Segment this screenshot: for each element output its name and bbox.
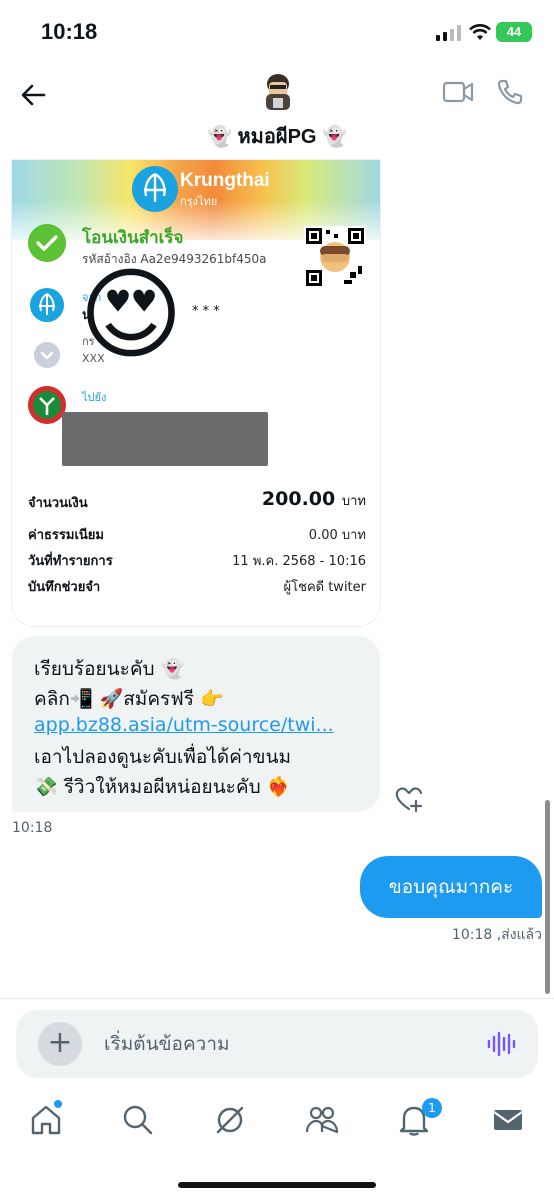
bottom-tab-bar: 1 [0, 1098, 554, 1158]
video-call-icon[interactable] [442, 78, 474, 106]
message-timestamp: 10:18 [12, 820, 53, 836]
search-icon[interactable] [120, 1102, 156, 1138]
conversation-header: 👻 หมอผีPG 👻 [0, 66, 554, 160]
status-time: 10:18 [41, 19, 98, 44]
bank-logo-icon [132, 166, 178, 212]
voice-message-icon[interactable] [486, 1030, 516, 1058]
messages-icon[interactable] [490, 1102, 526, 1138]
sender-name-masked: * * * [192, 304, 220, 319]
chevron-down-icon [34, 342, 60, 368]
conversation-name[interactable]: 👻 หมอผีPG 👻 [0, 120, 554, 152]
back-arrow-icon[interactable] [18, 80, 48, 110]
add-reaction-icon[interactable] [394, 784, 424, 814]
message-line: คลิก📲 🚀สมัครฟรี 👉 [34, 688, 224, 710]
recipient-label: ไปยัง [82, 391, 107, 404]
heart-eyes-emoji: 😍 [78, 256, 184, 373]
scrollbar[interactable] [545, 800, 550, 994]
redaction-box [62, 412, 268, 466]
wifi-icon [469, 24, 491, 40]
amount-label: จำนวนเงิน [28, 496, 88, 511]
notifications-badge: 1 [422, 1098, 442, 1118]
date-label: วันที่ทำรายการ [28, 554, 113, 569]
message-line: เอาไปลองดูนะคับเพื่อได้ค่าขนม [34, 746, 292, 768]
receipt-image[interactable]: Krungthai กรุงไทย โอนเงินสำเร็จ รหัสอ้าง… [12, 160, 380, 626]
memo-label: บันทึกช่วยจำ [28, 580, 101, 595]
fee-value: 0.00 บาท [308, 528, 366, 543]
transfer-success-title: โอนเงินสำเร็จ [82, 228, 184, 248]
communities-icon[interactable] [304, 1102, 340, 1138]
sent-message-bubble[interactable]: ขอบคุณมากคะ [360, 856, 542, 918]
home-indicator [178, 1182, 376, 1188]
success-check-icon [28, 224, 66, 262]
message-link[interactable]: app.bz88.asia/utm-source/twi... [34, 714, 334, 736]
avatar[interactable] [260, 72, 296, 112]
phone-call-icon[interactable] [496, 78, 524, 106]
sender-bank-icon [30, 288, 64, 322]
date-value: 11 พ.ค. 2568 - 10:16 [232, 554, 366, 569]
incoming-message-bubble[interactable]: เรียบร้อยนะคับ 👻 คลิก📲 🚀สมัครฟรี 👉 app.b… [12, 636, 380, 812]
bank-name: Krungthai [180, 170, 270, 191]
memo-value: ผู้โชคดี twiter [283, 580, 366, 595]
add-media-button[interactable]: + [38, 1022, 82, 1066]
amount-value: 200.00 บาท [262, 488, 366, 511]
amount-number: 200.00 [261, 488, 336, 510]
fee-label: ค่าธรรมเนียม [28, 528, 104, 543]
recipient-bank-icon [28, 386, 66, 424]
message-line: 💸 รีวิวให้หมอผีหน่อยนะคับ ❤️‍🔥 [34, 776, 291, 798]
signal-icon [436, 25, 461, 41]
status-bar: 10:18 44 [0, 0, 554, 66]
battery-indicator: 44 [496, 22, 532, 42]
amount-unit: บาท [341, 494, 366, 509]
sent-status: 10:18 ,ส่งแล้ว [451, 927, 542, 943]
message-composer: + [16, 1010, 538, 1078]
bank-name-thai: กรุงไทย [180, 196, 218, 208]
message-line: เรียบร้อยนะคับ 👻 [34, 658, 185, 680]
home-unread-dot [54, 1100, 62, 1108]
message-input[interactable] [104, 1030, 464, 1058]
grok-icon[interactable] [212, 1102, 248, 1138]
qr-code-icon [304, 226, 366, 288]
